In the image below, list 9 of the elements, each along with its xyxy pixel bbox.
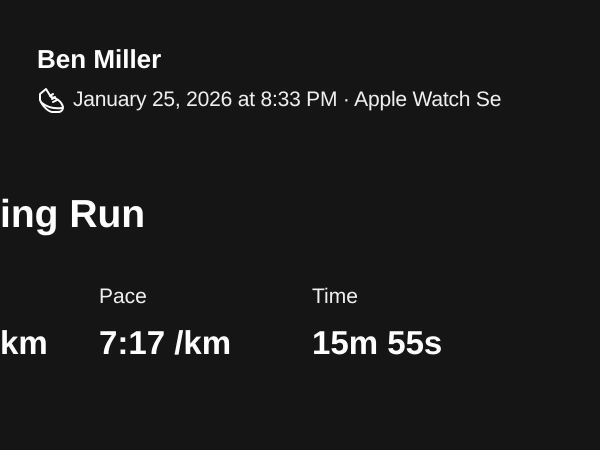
stat-label: Time	[312, 284, 358, 310]
activity-title: ing Run	[0, 192, 146, 238]
stat-value: 15m 55s	[312, 324, 442, 362]
stat-value: km	[0, 324, 48, 362]
athlete-name: Ben Miller	[37, 43, 162, 76]
activity-meta: January 25, 2026 at 8:33 PM · Apple Watch Se	[73, 87, 502, 113]
stat-label: Pace	[99, 284, 147, 310]
stat-value: 7:17 /km	[99, 324, 232, 362]
shoe-icon	[37, 86, 65, 114]
